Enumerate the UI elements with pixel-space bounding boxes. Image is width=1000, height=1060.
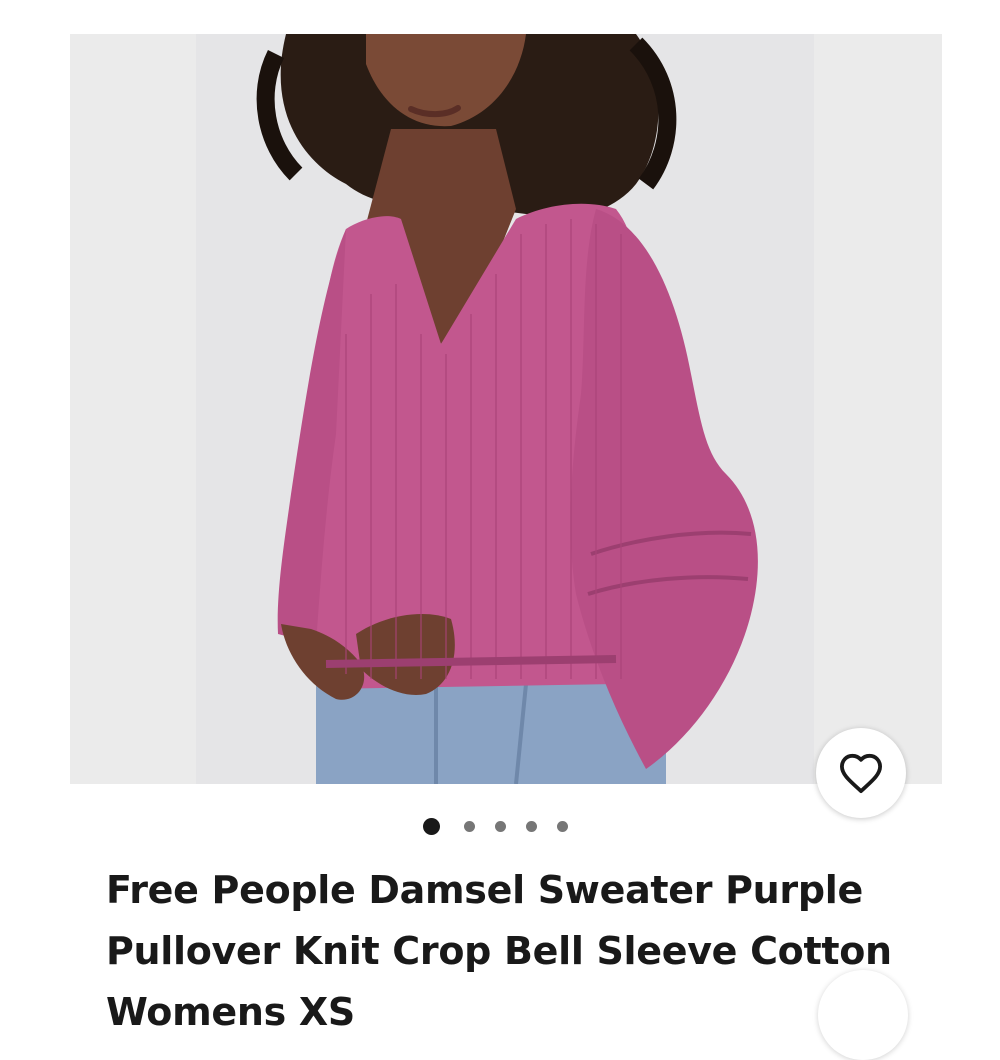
pagination-dot-2[interactable] — [463, 820, 475, 832]
heart-outline-icon — [840, 753, 882, 794]
image-pagination-dots — [0, 816, 1000, 836]
pagination-dot-1[interactable] — [422, 817, 440, 835]
pagination-dot-4[interactable] — [525, 820, 537, 832]
pagination-dot-3[interactable] — [494, 820, 506, 832]
pagination-dot-5[interactable] — [556, 820, 568, 832]
add-to-watchlist-button[interactable] — [816, 728, 906, 818]
share-button[interactable] — [818, 970, 908, 1060]
listing-title: Free People Damsel Sweater Purple Pullov… — [106, 868, 892, 1034]
product-photo[interactable] — [196, 34, 814, 784]
product-photo-illustration — [256, 34, 758, 784]
product-image-gallery[interactable] — [70, 34, 942, 784]
